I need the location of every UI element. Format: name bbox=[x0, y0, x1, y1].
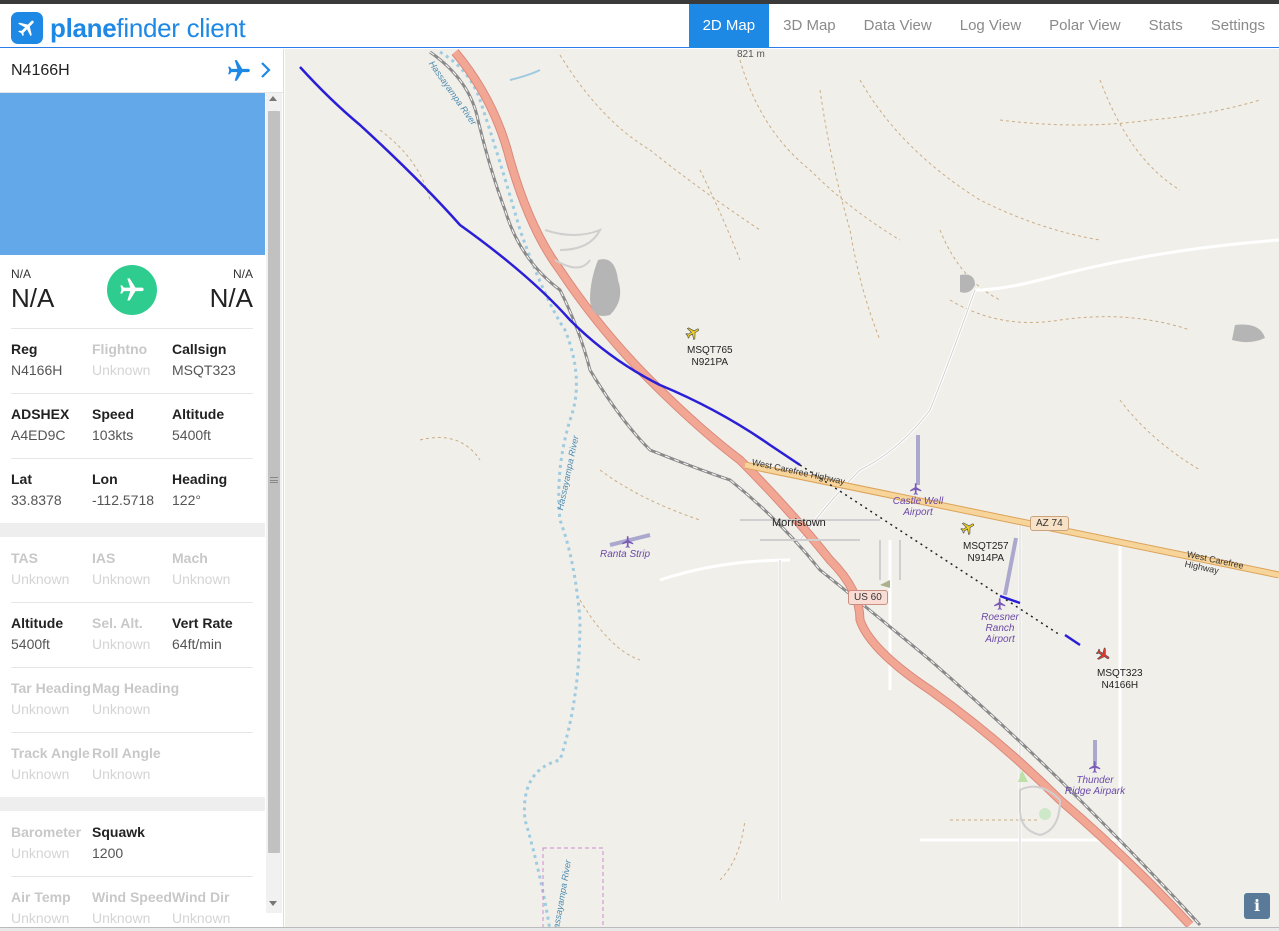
tab-settings[interactable]: Settings bbox=[1197, 4, 1279, 48]
field-mag-heading: Mag Heading Unknown bbox=[92, 680, 180, 717]
field-altitude: Altitude 5400ft bbox=[172, 406, 225, 443]
park bbox=[1039, 808, 1051, 820]
planefinder-logo-icon bbox=[11, 12, 43, 44]
minor-roads bbox=[659, 238, 1279, 930]
field-roll-angle: Roll Angle Unknown bbox=[92, 745, 161, 782]
marker-triangle bbox=[880, 580, 890, 588]
route-summary: N/A N/A N/A N/A bbox=[0, 255, 265, 327]
map-view[interactable]: 821 m Morristown West Carefree Highway W… bbox=[285, 49, 1279, 931]
creek bbox=[509, 69, 541, 81]
airport-roesner-ranch[interactable]: Roesner Ranch Airport bbox=[970, 612, 1030, 645]
field-reg: Reg N4166H bbox=[11, 341, 63, 378]
airport-icon[interactable] bbox=[909, 482, 923, 496]
field-speed: Speed 103kts bbox=[92, 406, 135, 443]
aircraft-label-msqt765[interactable]: MSQT765 N921PA bbox=[687, 345, 733, 369]
tab-log-view[interactable]: Log View bbox=[946, 4, 1035, 48]
origin-code: N/A bbox=[11, 267, 32, 281]
field-heading: Heading 122° bbox=[172, 471, 228, 508]
tab-3d-map[interactable]: 3D Map bbox=[769, 4, 850, 48]
field-ias: IAS Unknown bbox=[92, 550, 151, 587]
tab-polar-view[interactable]: Polar View bbox=[1035, 4, 1134, 48]
road-shield-us60: US 60 bbox=[848, 590, 888, 605]
airport-icon[interactable] bbox=[993, 597, 1007, 611]
main-nav: 2D Map 3D Map Data View Log View Polar V… bbox=[688, 4, 1279, 48]
aircraft-marker-msqt257[interactable] bbox=[960, 520, 976, 536]
airport-thunder-ridge[interactable]: Thunder Ridge Airpark bbox=[1055, 775, 1135, 797]
chevron-right-icon[interactable] bbox=[259, 60, 273, 80]
brand-title: planefinder client bbox=[50, 13, 246, 43]
road-shield-az74: AZ 74 bbox=[1030, 516, 1069, 531]
divider bbox=[11, 876, 253, 877]
field-barometer: Barometer Unknown bbox=[11, 824, 82, 861]
airplane-icon[interactable] bbox=[226, 58, 252, 84]
scroll-down-arrow-icon[interactable] bbox=[269, 901, 277, 906]
section-separator bbox=[0, 797, 265, 811]
field-altitude-secondary: Altitude 5400ft bbox=[11, 615, 64, 652]
origin-name: N/A bbox=[11, 283, 55, 313]
aircraft-marker-msqt323-selected[interactable] bbox=[1095, 647, 1111, 663]
field-lon: Lon -112.5718 bbox=[92, 471, 155, 508]
divider bbox=[11, 393, 253, 394]
divider bbox=[11, 602, 253, 603]
place-morristown: Morristown bbox=[772, 517, 826, 529]
field-mach: Mach Unknown bbox=[172, 550, 231, 587]
airport-icon[interactable] bbox=[1088, 760, 1102, 774]
field-lat: Lat 33.8378 bbox=[11, 471, 62, 508]
field-selected-altitude: Sel. Alt. Unknown bbox=[92, 615, 151, 652]
scroll-up-arrow-icon[interactable] bbox=[269, 96, 277, 101]
field-air-temp: Air Temp Unknown bbox=[11, 889, 71, 926]
field-flightno: Flightno Unknown bbox=[92, 341, 151, 378]
field-wind-speed: Wind Speed Unknown bbox=[92, 889, 172, 926]
airport-castle-well[interactable]: Castle Well Airport bbox=[883, 496, 953, 518]
airport-icon[interactable] bbox=[621, 535, 635, 549]
divider bbox=[11, 328, 253, 329]
aircraft-detail-panel: N4166H N/A N/A N/A N/A Reg N4166H Flightn… bbox=[0, 49, 284, 931]
destination-code: N/A bbox=[232, 267, 253, 281]
panel-registration: N4166H bbox=[11, 62, 70, 79]
minor-roads-outline bbox=[779, 289, 1021, 930]
field-squawk: Squawk 1200 bbox=[92, 824, 145, 861]
window-bottom-edge bbox=[0, 927, 1279, 931]
map-canvas[interactable] bbox=[285, 49, 1279, 931]
panel-header: N4166H bbox=[0, 49, 283, 93]
field-target-heading: Tar Heading Unknown bbox=[11, 680, 91, 717]
app-header: planefinder client 2D Map 3D Map Data Vi… bbox=[0, 4, 1279, 48]
field-track-angle: Track Angle Unknown bbox=[11, 745, 90, 782]
field-adshex: ADSHEX A4ED9C bbox=[11, 406, 70, 443]
airport-ranta-strip[interactable]: Ranta Strip bbox=[600, 549, 650, 560]
airplane-icon bbox=[120, 278, 144, 301]
divider bbox=[11, 667, 253, 668]
aircraft-marker-msqt765[interactable] bbox=[685, 325, 701, 341]
scroll-grip-icon bbox=[270, 477, 278, 483]
route-plane-badge bbox=[107, 265, 157, 315]
map-info-button[interactable]: i bbox=[1244, 893, 1270, 919]
aircraft-label-msqt257[interactable]: MSQT257 N914PA bbox=[963, 541, 1009, 565]
elevation-label: 821 m bbox=[737, 49, 765, 60]
tab-stats[interactable]: Stats bbox=[1135, 4, 1197, 48]
tab-data-view[interactable]: Data View bbox=[850, 4, 946, 48]
aircraft-photo-placeholder bbox=[0, 93, 265, 255]
destination-name: N/A bbox=[209, 283, 253, 313]
field-vert-rate: Vert Rate 64ft/min bbox=[172, 615, 233, 652]
field-tas: TAS Unknown bbox=[11, 550, 70, 587]
tab-2d-map[interactable]: 2D Map bbox=[688, 4, 770, 48]
flight-track bbox=[299, 66, 801, 467]
divider bbox=[11, 732, 253, 733]
field-wind-dir: Wind Dir Unknown bbox=[172, 889, 231, 926]
field-callsign: Callsign MSQT323 bbox=[172, 341, 236, 378]
divider bbox=[11, 458, 253, 459]
section-separator bbox=[0, 523, 265, 537]
aircraft-label-msqt323[interactable]: MSQT323 N4166H bbox=[1097, 668, 1143, 692]
